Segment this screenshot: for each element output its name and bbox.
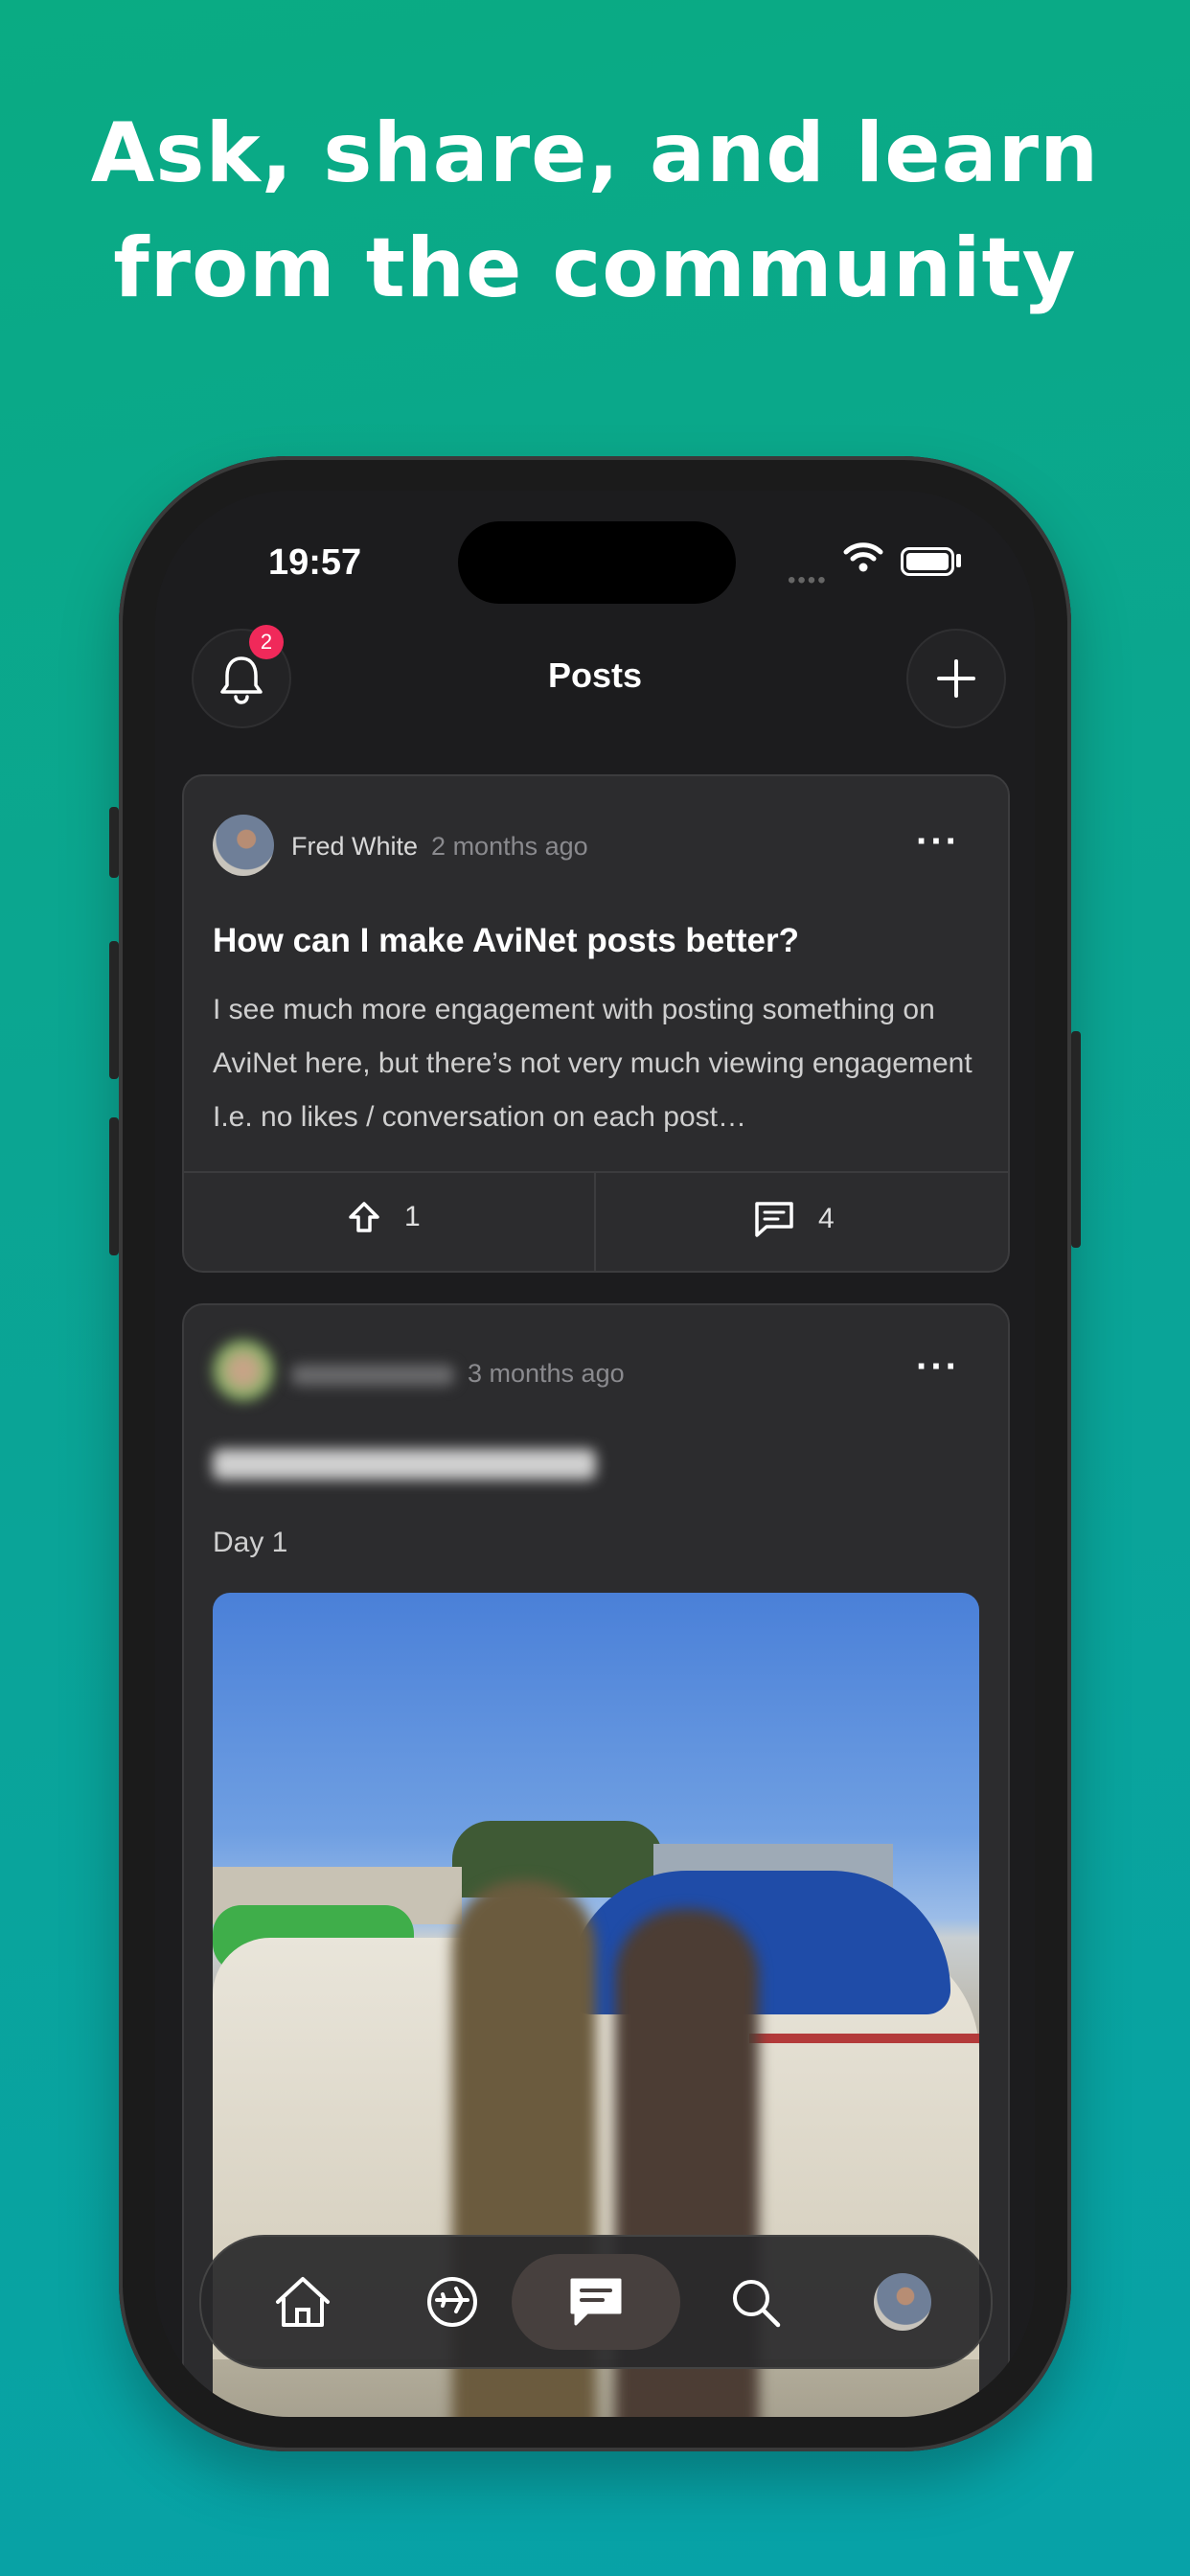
author-name-blurred[interactable]: [291, 1364, 454, 1386]
search-icon: [733, 2280, 781, 2328]
tab-search[interactable]: [707, 2254, 803, 2350]
phone-volume-up: [109, 941, 119, 1079]
post-body[interactable]: I see much more engagement with posting …: [213, 983, 979, 1144]
author-name[interactable]: Fred White: [291, 832, 418, 861]
profile-avatar: [874, 2273, 931, 2331]
author-avatar[interactable]: [213, 815, 274, 876]
flight-icon: [427, 2277, 477, 2327]
battery-icon: [901, 547, 954, 576]
status-time: 19:57: [268, 542, 362, 583]
upvote-arrow-icon: [349, 1202, 379, 1232]
post-body[interactable]: Day 1: [213, 1516, 979, 1570]
tab-posts[interactable]: [512, 2254, 680, 2350]
post-more-button[interactable]: ···: [916, 1346, 960, 1389]
upvote-button[interactable]: 1: [347, 1200, 421, 1234]
post-card[interactable]: Fred White 2 months ago ··· How can I mak…: [182, 774, 1010, 1273]
home-icon: [276, 2277, 330, 2327]
tab-flights[interactable]: [404, 2254, 500, 2350]
page-title: Posts: [547, 656, 643, 695]
comments-button[interactable]: 4: [753, 1200, 835, 1238]
headline-line-1: Ask, share, and learn: [90, 105, 1100, 201]
post-author-line: Fred White 2 months ago: [291, 832, 588, 862]
bottom-tab-bar: [199, 2235, 993, 2369]
post-time: 3 months ago: [468, 1359, 625, 1388]
post-author-line: 3 months ago: [291, 1359, 625, 1389]
new-post-button[interactable]: [906, 629, 1006, 728]
phone-power-button: [1071, 1031, 1081, 1248]
author-avatar-blurred[interactable]: [213, 1340, 274, 1401]
tab-home[interactable]: [255, 2254, 351, 2350]
marketing-headline: Ask, share, and learn from the community: [0, 96, 1190, 326]
phone-volume-down: [109, 1117, 119, 1255]
cellular-signal-icon: ••••: [788, 567, 828, 593]
dynamic-island: [458, 521, 736, 604]
tab-profile[interactable]: [855, 2254, 950, 2350]
wifi-icon: [843, 542, 883, 572]
plus-icon: [937, 659, 975, 698]
comment-count: 4: [818, 1203, 835, 1234]
posts-icon: [570, 2278, 622, 2326]
comment-icon: [755, 1202, 793, 1237]
headline-line-2: from the community: [113, 220, 1077, 316]
notification-badge: 2: [249, 625, 284, 659]
post-title-blurred[interactable]: [213, 1449, 596, 1480]
upvote-count: 1: [404, 1201, 421, 1232]
post-more-button[interactable]: ···: [916, 820, 960, 863]
post-title[interactable]: How can I make AviNet posts better?: [213, 922, 799, 960]
post-actions-separator: [594, 1173, 596, 1271]
post-actions-divider: [184, 1171, 1008, 1173]
phone-silent-switch: [109, 807, 119, 878]
battery-cap: [956, 554, 961, 567]
post-time: 2 months ago: [431, 832, 588, 861]
phone-screen: 19:57 •••• 2 Posts Fred White 2 months ag…: [155, 491, 1035, 2417]
photo-stripe: [749, 2034, 979, 2043]
